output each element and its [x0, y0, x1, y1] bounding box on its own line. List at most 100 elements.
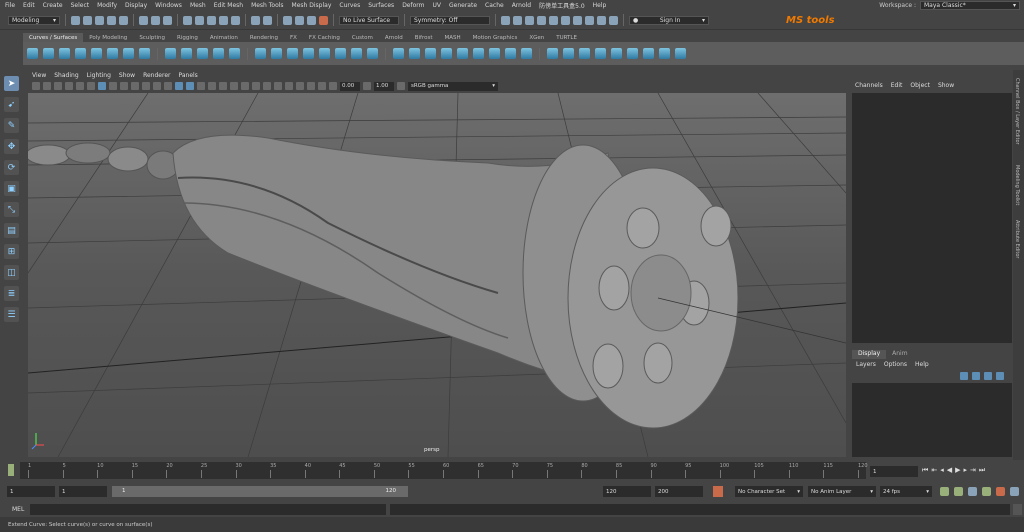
shelf-tab-4[interactable]: Animation	[204, 33, 244, 42]
ipr-render-icon[interactable]	[295, 15, 304, 25]
gamma-icon[interactable]	[363, 82, 371, 90]
menu-item-6[interactable]: Windows	[155, 2, 182, 9]
shelf-tab-10[interactable]: Bifrost	[409, 33, 439, 42]
isolate-select-icon[interactable]	[285, 82, 293, 90]
sign-in-dropdown[interactable]: ● Sign In ▾	[629, 15, 709, 25]
color-management-icon[interactable]	[397, 82, 405, 90]
pencil-curve-icon[interactable]	[197, 48, 208, 59]
screen-space-ao-icon[interactable]	[241, 82, 249, 90]
layer-menu-item-1[interactable]: Options	[884, 361, 907, 370]
four-view-layout-icon[interactable]: ⊞	[4, 244, 19, 259]
move-layer-up-icon[interactable]	[960, 372, 968, 380]
snap-grid-icon[interactable]	[183, 15, 192, 25]
uv-editor-icon[interactable]	[597, 15, 606, 25]
curve-editing-icon[interactable]	[367, 48, 378, 59]
workspace-dropdown[interactable]: Maya Classic* ▾	[920, 1, 1020, 10]
select-component-icon[interactable]	[163, 15, 172, 25]
menu-item-16[interactable]: Cache	[485, 2, 504, 9]
anim-prefs-icon[interactable]	[982, 487, 991, 496]
field-chart-icon[interactable]	[142, 82, 150, 90]
shelf-tab-11[interactable]: MASH	[438, 33, 466, 42]
sound-icon[interactable]	[968, 487, 977, 496]
node-editor-icon[interactable]	[573, 15, 582, 25]
arc-curve-icon[interactable]	[213, 48, 224, 59]
camera-select-icon[interactable]	[32, 82, 40, 90]
menu-item-18[interactable]: 防傍单工具盒5.0	[539, 1, 585, 10]
last-tool-icon[interactable]: ⤡	[4, 202, 19, 217]
two-view-layout-icon[interactable]: ◫	[4, 265, 19, 280]
current-frame-field[interactable]: 1	[870, 466, 918, 477]
perspective-viewport[interactable]: persp	[28, 93, 846, 457]
menu-item-11[interactable]: Curves	[339, 2, 360, 9]
hypershade-icon[interactable]	[319, 15, 328, 25]
revolve-icon[interactable]	[409, 48, 420, 59]
xray-components-icon[interactable]	[318, 82, 326, 90]
layer-list[interactable]	[852, 383, 1012, 457]
show-attribute-editor-icon[interactable]	[513, 15, 522, 25]
menu-item-9[interactable]: Mesh Tools	[251, 2, 283, 9]
layout-icon[interactable]	[549, 15, 558, 25]
shelf-tab-1[interactable]: Poly Modeling	[83, 33, 133, 42]
select-tool-icon[interactable]: ➤	[4, 76, 19, 91]
shelf-tab-12[interactable]: Motion Graphics	[467, 33, 524, 42]
layer-tab-1[interactable]: Anim	[886, 350, 913, 359]
nurbs-cylinder-icon[interactable]	[59, 48, 70, 59]
symmetry-dropdown[interactable]: Symmetry: Off	[410, 15, 490, 25]
channel-box-menu-item-3[interactable]: Show	[938, 82, 954, 91]
view-transform-dropdown[interactable]: sRGB gamma ▾	[408, 81, 498, 91]
detach-curves-icon[interactable]	[271, 48, 282, 59]
extend-curve-icon[interactable]	[303, 48, 314, 59]
untrim-icon[interactable]	[595, 48, 606, 59]
select-object-icon[interactable]	[151, 15, 160, 25]
planar-icon[interactable]	[441, 48, 452, 59]
step-back-frame-icon[interactable]: ◂	[940, 466, 944, 475]
offset-curve-icon[interactable]	[319, 48, 330, 59]
save-scene-icon[interactable]	[95, 15, 104, 25]
sculpt-geometry-icon[interactable]	[611, 48, 622, 59]
nurbs-torus-icon[interactable]	[107, 48, 118, 59]
construction-icon[interactable]	[263, 15, 272, 25]
bezier-tool-icon[interactable]	[393, 48, 404, 59]
intersect-surfaces-icon[interactable]	[675, 48, 686, 59]
loop-icon[interactable]	[954, 487, 963, 496]
xray-joints-icon[interactable]	[307, 82, 315, 90]
channel-box-menu-item-1[interactable]: Edit	[891, 82, 903, 91]
single-perspective-layout-icon[interactable]: ▤	[4, 223, 19, 238]
wireframe-icon[interactable]	[175, 82, 183, 90]
menu-item-15[interactable]: Generate	[449, 2, 477, 9]
rebuild-curve-icon[interactable]	[335, 48, 346, 59]
shelf-tab-7[interactable]: FX Caching	[303, 33, 346, 42]
panel-menu-item-2[interactable]: Lighting	[87, 72, 111, 79]
playback-start-field[interactable]: 1	[59, 486, 107, 497]
grease-pencil-icon[interactable]	[87, 82, 95, 90]
nurbs-circle-icon[interactable]	[123, 48, 134, 59]
channel-box-menu-item-2[interactable]: Object	[910, 82, 930, 91]
render-icon[interactable]	[283, 15, 292, 25]
trim-tool-icon[interactable]	[579, 48, 590, 59]
move-layer-down-icon[interactable]	[972, 372, 980, 380]
fps-dropdown[interactable]: 24 fps ▾	[880, 486, 932, 497]
side-tab-modeling-toolkit[interactable]: Modeling Toolkit	[1014, 165, 1020, 205]
outliner-icon[interactable]	[561, 15, 570, 25]
resolution-gate-icon[interactable]	[120, 82, 128, 90]
render-settings-icon[interactable]	[307, 15, 316, 25]
layer-menu-item-2[interactable]: Help	[915, 361, 929, 370]
menu-item-5[interactable]: Display	[125, 2, 147, 9]
new-layer-selected-icon[interactable]	[996, 372, 1004, 380]
menu-item-19[interactable]: Help	[593, 2, 607, 9]
shelf-tab-5[interactable]: Rendering	[244, 33, 284, 42]
show-channel-box-icon[interactable]	[537, 15, 546, 25]
script-editor-button[interactable]	[1013, 504, 1022, 515]
extrude-icon[interactable]	[457, 48, 468, 59]
surface-editing-icon[interactable]	[627, 48, 638, 59]
exposure-field[interactable]: 0.00	[340, 81, 360, 91]
insert-knot-icon[interactable]	[287, 48, 298, 59]
play-forwards-icon[interactable]: ▶	[955, 466, 960, 475]
step-forward-frame-icon[interactable]: ▸	[963, 466, 967, 475]
shelf-tab-9[interactable]: Arnold	[379, 33, 409, 42]
menu-item-14[interactable]: UV	[433, 2, 442, 9]
layer-menu-item-0[interactable]: Layers	[856, 361, 876, 370]
character-icon[interactable]	[996, 487, 1005, 496]
shelf-tab-13[interactable]: XGen	[523, 33, 550, 42]
menu-item-17[interactable]: Arnold	[512, 2, 531, 9]
